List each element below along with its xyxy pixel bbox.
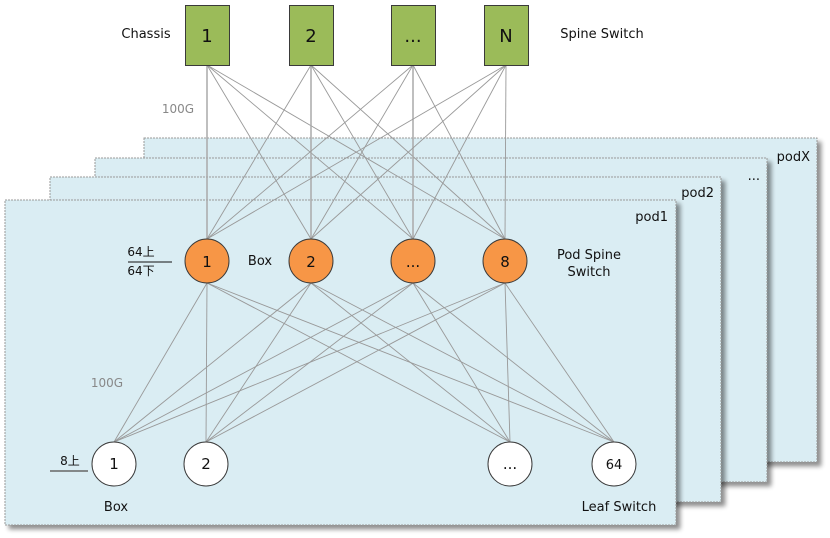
pod-spine-label-line2: Switch [568,265,611,280]
spine-switch-node[interactable]: N [484,5,529,66]
downlink-speed-label: 100G [91,376,123,390]
spine-switch-group: 1 2... N [185,5,529,66]
pod-spine-number: ... [406,253,420,271]
pod-label: pod1 [635,210,668,225]
pod-spine-number: 8 [500,253,510,271]
pod-label: podX [777,150,810,165]
leaf-number: 64 [606,458,623,473]
pod-spine-switch-node[interactable]: 1 [184,238,230,284]
spine-switch-label: N [499,26,512,47]
pod-spine-switch-node[interactable]: 2 [288,238,334,284]
pod-spine-label-line1: Pod Spine [557,248,621,263]
pod-label: pod2 [681,186,714,201]
leaf-number: ... [503,455,517,473]
pod-label: ... [748,169,760,184]
leaf-switch-label: Leaf Switch [582,500,657,515]
pod-spine-number: 2 [306,253,316,271]
leaf-switch-node[interactable]: ... [487,441,533,487]
spine-switch-label: ... [404,26,421,47]
leaf-box-label: Box [104,500,128,515]
leaf-number: 1 [109,455,119,473]
spine-switch-node[interactable]: ... [391,5,436,66]
pod-spine-box-label: Box [248,254,272,269]
spine-switch-node[interactable]: 2 [289,5,334,66]
leaf-switch-node[interactable]: 64 [591,441,637,487]
network-topology-diagram: podX ... pod2 pod1 Chassis Spine Switch … [4,5,818,526]
spine-switch-label: Spine Switch [560,27,643,42]
pod-spine-switch-node[interactable]: 8 [482,238,528,284]
leaf-number: 2 [201,455,211,473]
pod-spine-switch-node[interactable]: ... [390,238,436,284]
spine-switch-label: 1 [201,26,212,47]
leaf-switch-node[interactable]: 1 [91,441,137,487]
leaf-ratio-top-label: 8上 [60,454,80,468]
uplink-speed-label: 100G [162,102,194,116]
spine-switch-node[interactable]: 1 [185,5,230,66]
spine-switch-label: 2 [305,26,316,47]
pod-spine-number: 1 [202,253,212,271]
chassis-label: Chassis [121,27,170,42]
ratio-top-label: 64上 [127,245,154,259]
leaf-switch-node[interactable]: 2 [183,441,229,487]
ratio-bottom-label: 64下 [127,264,154,278]
